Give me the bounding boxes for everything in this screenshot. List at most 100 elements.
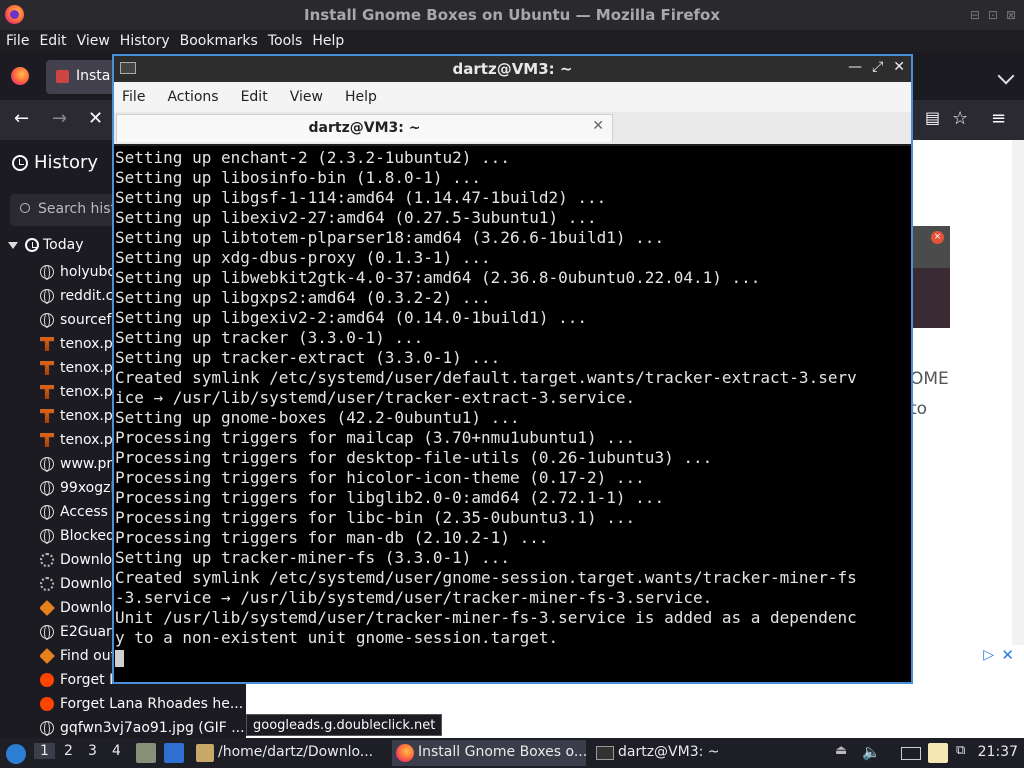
terminal-line: Processing triggers for desktop-file-uti… bbox=[115, 448, 713, 467]
menu-history[interactable]: History bbox=[120, 33, 170, 49]
history-item-label: Blocked bbox=[60, 528, 115, 544]
menu-edit[interactable]: Edit bbox=[39, 33, 66, 49]
history-item-label: Forget Lana Rhoades he... bbox=[60, 696, 244, 712]
search-icon bbox=[20, 203, 30, 213]
list-all-tabs-icon[interactable] bbox=[997, 67, 1015, 85]
file-manager-launcher-icon[interactable] bbox=[136, 743, 156, 763]
task-terminal[interactable]: dartz@VM3: ~ bbox=[592, 740, 788, 766]
globe-icon bbox=[40, 457, 54, 472]
terminal-line: Processing triggers for libc-bin (2.35-0… bbox=[115, 508, 636, 527]
close-icon[interactable]: ✕ bbox=[893, 59, 905, 75]
ad-close-icon[interactable]: ✕ bbox=[1001, 646, 1014, 664]
terminal-line: Setting up libgsf-1-114:amd64 (1.14.47-1… bbox=[115, 188, 607, 207]
show-desktop-icon[interactable] bbox=[164, 743, 184, 763]
menu-tools[interactable]: Tools bbox=[268, 33, 303, 49]
menu-view[interactable]: View bbox=[77, 33, 110, 49]
terminal-line: Setting up libtotem-plparser18:amd64 (3.… bbox=[115, 228, 665, 247]
ad-choices-icon[interactable]: ▷ bbox=[983, 647, 994, 663]
terminal-menu-view[interactable]: View bbox=[290, 89, 323, 105]
terminal-line: -3.service → /usr/lib/systemd/user/track… bbox=[115, 588, 713, 607]
spinner-icon bbox=[40, 577, 54, 591]
task-firefox[interactable]: Install Gnome Boxes o... bbox=[392, 740, 586, 766]
tenox-icon bbox=[40, 385, 54, 399]
terminal-line: Setting up enchant-2 (2.3.2-1ubuntu2) ..… bbox=[115, 148, 510, 167]
folder-icon bbox=[196, 744, 214, 762]
terminal-menu-actions[interactable]: Actions bbox=[167, 89, 218, 105]
firefox-view-icon[interactable] bbox=[11, 67, 29, 85]
menu-bookmarks[interactable]: Bookmarks bbox=[180, 33, 258, 49]
terminal-menu-edit[interactable]: Edit bbox=[241, 89, 268, 105]
terminal-line: Setting up gnome-boxes (42.2-0ubuntu1) .… bbox=[115, 408, 520, 427]
terminal-line: Setting up libosinfo-bin (1.8.0-1) ... bbox=[115, 168, 482, 187]
history-item-label: tenox.p bbox=[60, 408, 113, 424]
terminal-line: Setting up tracker-miner-fs (3.3.0-1) ..… bbox=[115, 548, 510, 567]
desktop: Install Gnome Boxes on Ubuntu — Mozilla … bbox=[0, 0, 1024, 768]
history-item-label: sourcef bbox=[60, 312, 112, 328]
close-icon[interactable]: ⊠ bbox=[1006, 8, 1016, 22]
reddit-icon bbox=[40, 673, 54, 687]
keyboard-icon[interactable] bbox=[901, 747, 921, 760]
minimize-icon[interactable]: — bbox=[848, 59, 862, 75]
search-placeholder: Search hist bbox=[38, 201, 117, 217]
bookmark-star-icon[interactable]: ☆ bbox=[952, 108, 968, 129]
workspace-4[interactable]: 4 bbox=[112, 743, 121, 759]
diamond-icon bbox=[40, 600, 55, 616]
task-file-manager[interactable]: /home/dartz/Downlo... bbox=[192, 740, 388, 766]
workspace-2[interactable]: 2 bbox=[64, 743, 73, 759]
tenox-icon bbox=[40, 337, 54, 351]
close-video-icon[interactable]: × bbox=[931, 231, 944, 244]
terminal-line: Setting up libwebkit2gtk-4.0-37:amd64 (2… bbox=[115, 268, 761, 287]
video-thumbnail[interactable]: × bbox=[910, 226, 950, 328]
minimize-icon[interactable]: ⊟ bbox=[970, 8, 980, 22]
expand-triangle-icon bbox=[8, 241, 18, 249]
terminal-line: Unit /usr/lib/systemd/user/tracker-miner… bbox=[115, 608, 857, 627]
history-item-label: E2Guar bbox=[60, 624, 112, 640]
history-item-label: Forget L bbox=[60, 672, 117, 688]
status-url: googleads.g.doubleclick.net bbox=[246, 714, 443, 736]
terminal-title: dartz@VM3: ~ bbox=[452, 60, 573, 78]
tray-up-icon[interactable]: ⏏ bbox=[835, 743, 855, 763]
terminal-menu-file[interactable]: File bbox=[122, 89, 145, 105]
history-item-label: Downlo bbox=[60, 600, 113, 616]
maximize-icon[interactable]: ⊡ bbox=[988, 8, 998, 22]
history-item-label: tenox.p bbox=[60, 336, 113, 352]
clipboard-icon[interactable] bbox=[928, 743, 948, 763]
history-group-today[interactable]: Today bbox=[8, 237, 84, 253]
taskbar: 1 2 3 4 /home/dartz/Downlo... Install Gn… bbox=[0, 738, 1024, 768]
history-item[interactable]: Forget Lana Rhoades he... bbox=[40, 692, 246, 716]
terminal-titlebar[interactable]: dartz@VM3: ~ — ⤢ ✕ bbox=[114, 56, 911, 82]
maximize-icon[interactable]: ⤢ bbox=[872, 59, 883, 75]
firefox-window-title: Install Gnome Boxes on Ubuntu — Mozilla … bbox=[303, 6, 720, 24]
back-icon[interactable]: ← bbox=[14, 108, 29, 129]
history-item[interactable]: gqfwn3vj7ao91.jpg (GIF ... bbox=[40, 716, 246, 740]
workspace-1[interactable]: 1 bbox=[34, 743, 55, 759]
clock-icon bbox=[25, 238, 39, 252]
terminal-output[interactable]: Setting up enchant-2 (2.3.2-1ubuntu2) ..… bbox=[114, 146, 911, 682]
history-item-label: holyubo bbox=[60, 264, 116, 280]
reader-view-icon[interactable]: ▤ bbox=[925, 108, 940, 127]
stop-icon[interactable]: ✕ bbox=[88, 108, 103, 129]
menu-help[interactable]: Help bbox=[312, 33, 344, 49]
page-scrollbar[interactable] bbox=[1012, 140, 1024, 645]
terminal-tabbar: dartz@VM3: ~ ✕ bbox=[114, 112, 911, 144]
volume-icon[interactable]: 🔈 bbox=[862, 743, 882, 763]
forward-icon[interactable]: → bbox=[52, 108, 67, 129]
workspace-3[interactable]: 3 bbox=[88, 743, 97, 759]
terminal-menu-help[interactable]: Help bbox=[345, 89, 377, 105]
diamond-icon bbox=[40, 648, 55, 664]
start-menu-icon[interactable] bbox=[6, 744, 26, 764]
terminal-tab[interactable]: dartz@VM3: ~ ✕ bbox=[116, 114, 613, 142]
history-item-label: tenox.p bbox=[60, 432, 113, 448]
history-item-label: Downlo bbox=[60, 552, 113, 568]
terminal-icon bbox=[596, 746, 614, 760]
terminal-line: Created symlink /etc/systemd/user/gnome-… bbox=[115, 568, 857, 587]
network-icon[interactable]: ⧉ bbox=[956, 743, 976, 763]
spinner-icon bbox=[40, 553, 54, 567]
sidebar-header[interactable]: History bbox=[12, 152, 98, 173]
firefox-icon bbox=[396, 744, 414, 762]
hamburger-menu-icon[interactable]: ≡ bbox=[991, 108, 1006, 129]
close-tab-icon[interactable]: ✕ bbox=[592, 118, 604, 134]
clock[interactable]: 21:37 bbox=[978, 744, 1018, 760]
tenox-icon bbox=[40, 433, 54, 447]
menu-file[interactable]: File bbox=[6, 33, 29, 49]
